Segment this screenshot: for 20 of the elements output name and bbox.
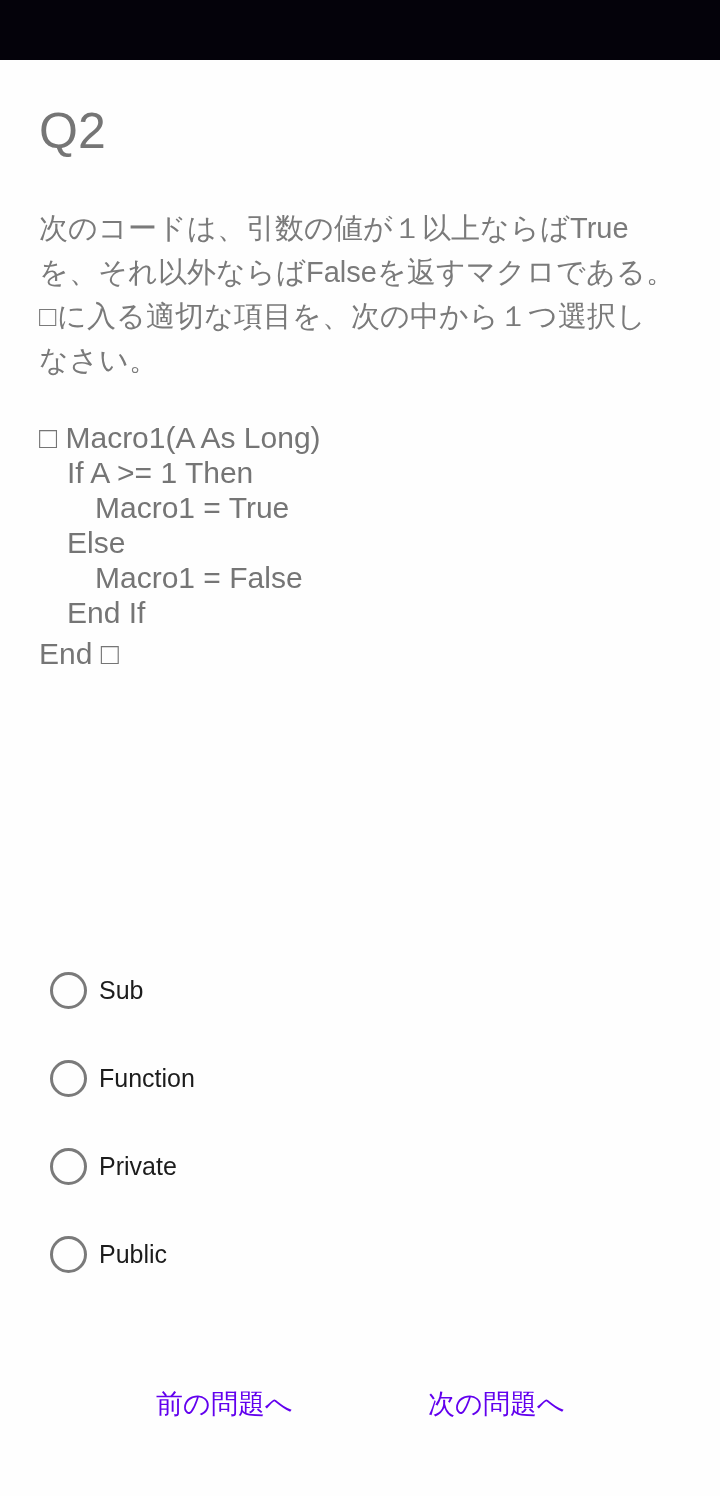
previous-question-button[interactable]: 前の問題へ (139, 1376, 309, 1432)
option-label[interactable]: Function (99, 1063, 195, 1093)
code-line: Macro1 = False (95, 560, 303, 595)
option-label[interactable]: Sub (99, 975, 144, 1005)
option-label[interactable]: Public (99, 1239, 168, 1269)
code-line: □ Macro1(A As Long) (39, 420, 321, 455)
code-line: Macro1 = True (95, 490, 290, 525)
radio-button[interactable] (50, 1147, 87, 1185)
option-label[interactable]: Private (99, 1151, 177, 1181)
code-line: End If (67, 595, 146, 630)
question-number: Q2 (39, 102, 106, 161)
code-line: If A >= 1 Then (67, 455, 254, 490)
radio-button[interactable] (50, 1059, 87, 1097)
radio-button[interactable] (50, 1235, 87, 1273)
radio-button[interactable] (50, 971, 87, 1009)
question-text: 次のコードは、引数の値が１以上ならばTrueを、それ以外ならばFalseを返すマクロである。 (39, 211, 676, 290)
next-question-button[interactable]: 次の問題へ (411, 1376, 581, 1432)
code-line: Else (67, 525, 126, 560)
question-text: □に入る適切な項目を、次の中から１つ選択しなさい。 (39, 299, 647, 378)
code-line: End □ (39, 636, 119, 671)
